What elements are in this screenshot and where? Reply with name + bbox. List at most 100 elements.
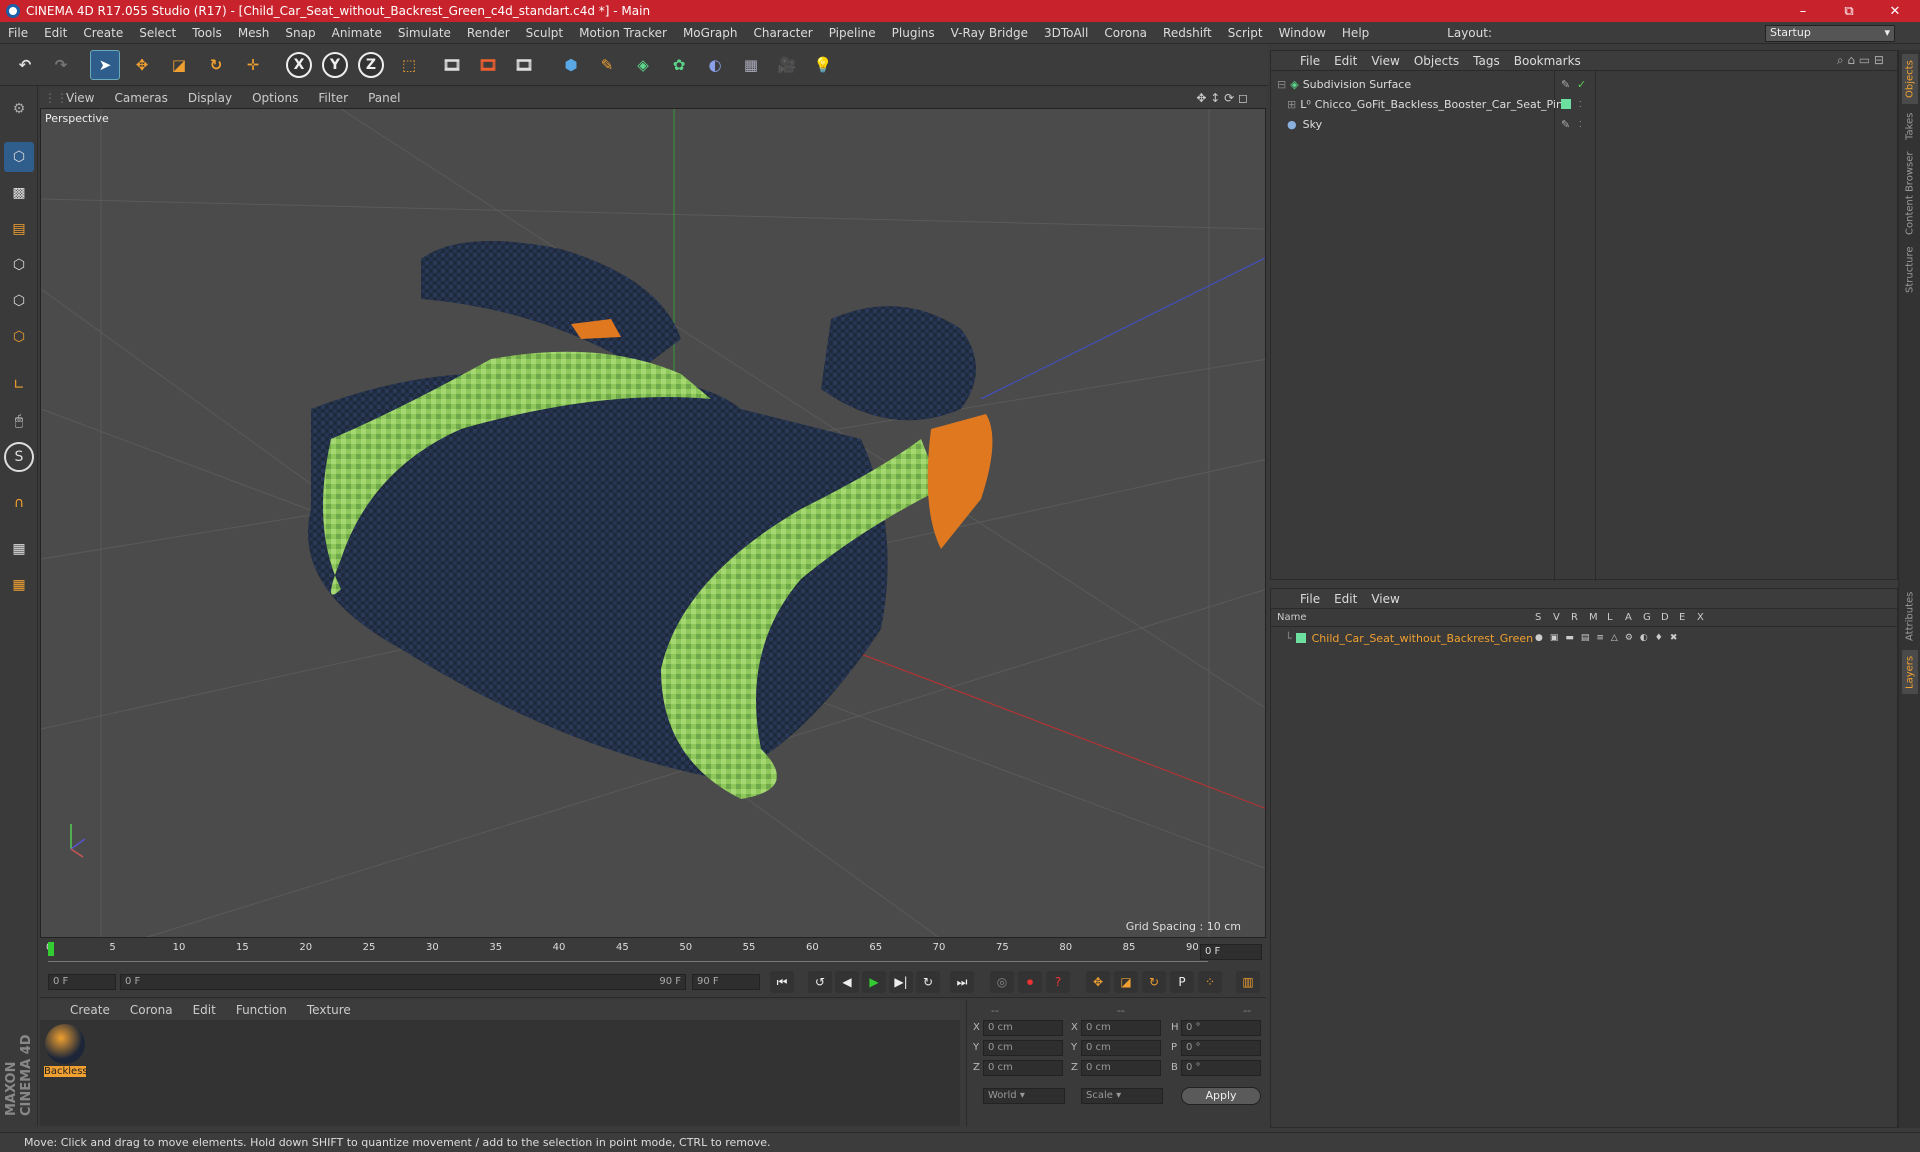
coord-mode-dropdown[interactable]: World ▾ bbox=[983, 1088, 1065, 1104]
column-header-d[interactable]: D bbox=[1661, 612, 1669, 623]
workplane-mode-icon[interactable]: ▤ bbox=[4, 214, 34, 244]
y-axis-icon[interactable]: Y bbox=[322, 52, 348, 78]
floor-icon[interactable]: ▦ bbox=[736, 50, 766, 80]
menu-3dtoall[interactable]: 3DToAll bbox=[1036, 26, 1096, 40]
pen-icon[interactable]: ✎ bbox=[592, 50, 622, 80]
material-swatch[interactable]: Backless bbox=[44, 1024, 88, 1082]
vp-menu-display[interactable]: Display bbox=[178, 91, 242, 105]
scale-mode-dropdown[interactable]: Scale ▾ bbox=[1081, 1088, 1163, 1104]
edit-icon[interactable]: ✎ bbox=[1561, 118, 1570, 131]
perspective-viewport[interactable]: Perspective Grid Spacing : 10 cm bbox=[40, 108, 1266, 938]
rotation-field[interactable]: 0 ° bbox=[1181, 1060, 1261, 1076]
layer-menu-file[interactable]: File bbox=[1293, 592, 1327, 606]
layer-toggle-icons[interactable]: ●▣▬▤≡△⚙◐♦✖ bbox=[1535, 633, 1684, 643]
layer-menu-view[interactable]: View bbox=[1364, 592, 1406, 606]
menu-character[interactable]: Character bbox=[745, 26, 820, 40]
go-to-end-icon[interactable]: ⏭ bbox=[950, 971, 974, 993]
timeline-window-icon[interactable]: ▥ bbox=[1236, 971, 1260, 993]
make-editable-icon[interactable]: ⚙ bbox=[4, 94, 34, 124]
obj-menu-bookmarks[interactable]: Bookmarks bbox=[1507, 54, 1588, 68]
obj-menu-tags[interactable]: Tags bbox=[1466, 54, 1507, 68]
maximize-button[interactable]: ⧉ bbox=[1826, 0, 1872, 22]
z-axis-icon[interactable]: Z bbox=[358, 52, 384, 78]
x-axis-icon[interactable]: X bbox=[286, 52, 312, 78]
menu-sculpt[interactable]: Sculpt bbox=[518, 26, 571, 40]
position-field[interactable]: 0 cm bbox=[983, 1020, 1063, 1036]
snap-icon[interactable]: S bbox=[4, 442, 34, 472]
key-position-icon[interactable]: ✥ bbox=[1086, 971, 1110, 993]
position-field[interactable]: 0 cm bbox=[983, 1040, 1063, 1056]
auto-keying-icon[interactable]: ⏺ bbox=[1018, 971, 1042, 993]
render-picture-viewer-icon[interactable]: 🎞 bbox=[473, 50, 503, 80]
menu-help[interactable]: Help bbox=[1334, 26, 1377, 40]
axis-mode-icon[interactable]: ∟ bbox=[4, 370, 34, 400]
size-field[interactable]: 0 cm bbox=[1081, 1040, 1161, 1056]
menu-tools[interactable]: Tools bbox=[184, 26, 230, 40]
key-pla-icon[interactable]: ⁘ bbox=[1198, 971, 1222, 993]
mat-menu-texture[interactable]: Texture bbox=[297, 1003, 361, 1017]
tab-layers[interactable]: Layers bbox=[1902, 650, 1918, 694]
light-icon[interactable]: 💡 bbox=[808, 50, 838, 80]
key-parameter-icon[interactable]: P bbox=[1170, 971, 1194, 993]
obj-menu-file[interactable]: File bbox=[1293, 54, 1327, 68]
start-frame-field[interactable]: 0 F bbox=[48, 974, 116, 990]
position-field[interactable]: 0 cm bbox=[983, 1060, 1063, 1076]
rotate-icon[interactable]: ↻ bbox=[201, 50, 231, 80]
menu-corona[interactable]: Corona bbox=[1096, 26, 1155, 40]
mograph-cloner-icon[interactable]: ✿ bbox=[664, 50, 694, 80]
render-view-icon[interactable]: 🎞 bbox=[437, 50, 467, 80]
vp-menu-cameras[interactable]: Cameras bbox=[104, 91, 177, 105]
mat-menu-function[interactable]: Function bbox=[226, 1003, 297, 1017]
size-field[interactable]: 0 cm bbox=[1081, 1020, 1161, 1036]
next-keyframe-icon[interactable]: ↻ bbox=[916, 971, 940, 993]
check-icon[interactable]: ✓ bbox=[1577, 78, 1586, 91]
edges-mode-icon[interactable]: ⬡ bbox=[4, 286, 34, 316]
column-header-a[interactable]: A bbox=[1625, 612, 1632, 623]
menu-edit[interactable]: Edit bbox=[36, 26, 75, 40]
minimize-button[interactable]: – bbox=[1780, 0, 1826, 22]
rotation-field[interactable]: 0 ° bbox=[1181, 1020, 1261, 1036]
tab-structure[interactable]: Structure bbox=[1902, 242, 1918, 298]
column-header-e[interactable]: E bbox=[1679, 612, 1685, 623]
menu-file[interactable]: File bbox=[0, 26, 36, 40]
layer-row[interactable]: └ Child_Car_Seat_without_Backrest_Green … bbox=[1271, 629, 1897, 647]
menu-create[interactable]: Create bbox=[75, 26, 131, 40]
vp-menu-filter[interactable]: Filter bbox=[308, 91, 358, 105]
menu-redshift[interactable]: Redshift bbox=[1155, 26, 1220, 40]
object-row-car-seat[interactable]: ⊞ L⁰ Chicco_GoFit_Backless_Booster_Car_S… bbox=[1271, 95, 1897, 113]
column-header-x[interactable]: X bbox=[1697, 612, 1704, 623]
visibility-dots-icon[interactable]: ⁚ bbox=[1579, 100, 1582, 109]
scale-icon[interactable]: ◪ bbox=[164, 50, 194, 80]
menu-simulate[interactable]: Simulate bbox=[390, 26, 459, 40]
vp-menu-panel[interactable]: Panel bbox=[358, 91, 410, 105]
points-mode-icon[interactable]: ⬡ bbox=[4, 250, 34, 280]
menu-plugins[interactable]: Plugins bbox=[884, 26, 943, 40]
menu-mesh[interactable]: Mesh bbox=[230, 26, 278, 40]
timeline-track[interactable]: 051015202530354045505560657075808590 bbox=[46, 942, 1208, 962]
cube-icon[interactable]: ⬢ bbox=[556, 50, 586, 80]
redo-icon[interactable]: ↷ bbox=[46, 50, 76, 80]
column-header-name[interactable]: Name bbox=[1277, 612, 1307, 623]
key-scale-icon[interactable]: ◪ bbox=[1114, 971, 1138, 993]
tab-content-browser[interactable]: Content Browser bbox=[1902, 148, 1918, 238]
menu-script[interactable]: Script bbox=[1220, 26, 1271, 40]
menu-window[interactable]: Window bbox=[1271, 26, 1334, 40]
record-keys-icon[interactable]: ◎ bbox=[990, 971, 1014, 993]
size-field[interactable]: 0 cm bbox=[1081, 1060, 1161, 1076]
obj-menu-view[interactable]: View bbox=[1364, 54, 1406, 68]
workplane-lock-icon[interactable]: ▦ bbox=[4, 534, 34, 564]
playhead[interactable] bbox=[48, 942, 54, 956]
obj-menu-edit[interactable]: Edit bbox=[1327, 54, 1364, 68]
coord-system-icon[interactable]: ⬚ bbox=[394, 50, 424, 80]
live-select-icon[interactable]: ✛ bbox=[238, 50, 268, 80]
key-rotation-icon[interactable]: ↻ bbox=[1142, 971, 1166, 993]
column-header-l[interactable]: L bbox=[1607, 612, 1613, 623]
model-mode-icon[interactable]: ⬡ bbox=[4, 142, 34, 172]
object-row-subdivision-surface[interactable]: ⊟ ◈ Subdivision Surface ✎ ✓ bbox=[1271, 75, 1897, 93]
tweak-mode-icon[interactable]: 🖱 bbox=[4, 406, 34, 436]
menu-render[interactable]: Render bbox=[459, 26, 518, 40]
polygons-mode-icon[interactable]: ⬡ bbox=[4, 322, 34, 352]
grid-icon[interactable]: ▦ bbox=[4, 570, 34, 600]
object-row-sky[interactable]: ● Sky ✎ ⁚ bbox=[1271, 115, 1897, 133]
next-frame-icon[interactable]: ▶| bbox=[889, 971, 913, 993]
